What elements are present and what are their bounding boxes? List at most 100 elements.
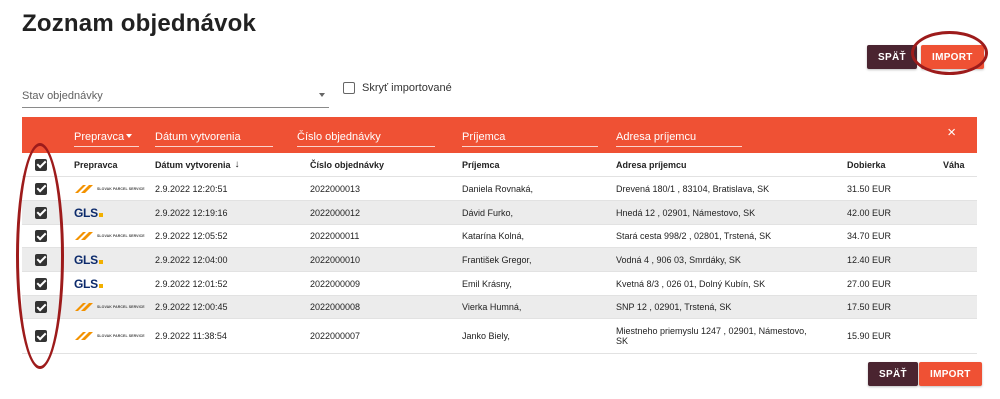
- import-button-bottom[interactable]: IMPORT: [919, 362, 982, 386]
- address-cell: Drevená 180/1 , 83104, Bratislava, SK: [616, 183, 770, 194]
- order-status-select[interactable]: Stav objednávky: [22, 86, 329, 108]
- table-header-row: Prepravca Dátum vytvorenia ↓ Číslo objedn…: [22, 153, 977, 177]
- recipient-cell: Dávid Furko,: [462, 207, 514, 218]
- row-checkbox[interactable]: [35, 206, 47, 219]
- address-cell: SNP 12 , 02901, Trstená, SK: [616, 302, 732, 312]
- address-cell: Miestneho priemyslu 1247 , 02901, Námest…: [616, 326, 807, 346]
- gls-logo: GLS: [74, 277, 103, 291]
- carrier-logo-cell: SLOVAK PARCEL SERVICE: [74, 225, 145, 247]
- table-row[interactable]: GLS 2.9.2022 12:01:52 2022000009 Emil Krásn…: [22, 272, 977, 296]
- gls-logo: GLS: [74, 253, 103, 267]
- row-select-cell[interactable]: [35, 248, 47, 271]
- col-weight[interactable]: Váha: [943, 153, 965, 176]
- cod-cell: 31.50 EUR: [847, 183, 892, 194]
- row-select-cell[interactable]: [35, 296, 47, 318]
- table-row[interactable]: SLOVAK PARCEL SERVICE 2.9.2022 11:38:54 20…: [22, 319, 977, 354]
- table-row[interactable]: SLOVAK PARCEL SERVICE 2.9.2022 12:20:51 20…: [22, 177, 977, 201]
- select-all-cell[interactable]: [35, 153, 47, 176]
- order-status-label: Stav objednávky: [22, 90, 103, 102]
- sps-logo: SLOVAK PARCEL SERVICE: [74, 231, 145, 241]
- carrier-logo-cell: GLS: [74, 248, 103, 271]
- date-cell: 2.9.2022 12:04:00: [155, 254, 228, 265]
- address-cell: Vodná 4 , 906 03, Smrdáky, SK: [616, 254, 741, 265]
- order-number-cell: 2022000013: [310, 183, 361, 194]
- hide-imported-label: Skryť importované: [362, 82, 452, 94]
- date-cell: 2.9.2022 12:01:52: [155, 278, 228, 289]
- row-checkbox[interactable]: [35, 330, 47, 342]
- order-number-cell: 2022000012: [310, 207, 361, 218]
- address-cell: Stará cesta 998/2 , 02801, Trstená, SK: [616, 231, 772, 241]
- date-cell: 2.9.2022 12:00:45: [155, 302, 228, 312]
- row-checkbox[interactable]: [35, 277, 47, 290]
- cod-cell: 15.90 EUR: [847, 331, 892, 341]
- sps-logo: SLOVAK PARCEL SERVICE: [74, 331, 145, 341]
- row-select-cell[interactable]: [35, 201, 47, 224]
- close-icon[interactable]: ×: [947, 124, 956, 141]
- import-button-top[interactable]: IMPORT: [921, 45, 984, 69]
- recipient-cell: Janko Biely,: [462, 331, 510, 341]
- row-select-cell[interactable]: [35, 319, 47, 353]
- row-select-cell[interactable]: [35, 272, 47, 295]
- order-number-cell: 2022000007: [310, 331, 361, 341]
- carrier-logo-cell: SLOVAK PARCEL SERVICE: [74, 319, 145, 353]
- address-filter[interactable]: Adresa príjemcu: [616, 131, 742, 147]
- date-filter[interactable]: Dátum vytvorenia: [155, 131, 273, 147]
- row-select-cell[interactable]: [35, 225, 47, 247]
- carrier-logo-cell: GLS: [74, 201, 103, 224]
- hide-imported-toggle[interactable]: Skryť importované: [343, 82, 452, 94]
- date-cell: 2.9.2022 12:05:52: [155, 231, 228, 241]
- table-row[interactable]: GLS 2.9.2022 12:19:16 2022000012 Dávid Furk…: [22, 201, 977, 225]
- date-cell: 2.9.2022 11:38:54: [155, 331, 227, 341]
- row-checkbox[interactable]: [35, 230, 47, 242]
- date-cell: 2.9.2022 12:20:51: [155, 183, 228, 194]
- recipient-cell: Vierka Humná,: [462, 302, 522, 312]
- filter-toolbar: Prepravca Dátum vytvorenia Číslo objedná…: [22, 117, 977, 153]
- carrier-filter[interactable]: Prepravca: [74, 131, 139, 147]
- cod-cell: 42.00 EUR: [847, 207, 892, 218]
- carrier-logo-cell: SLOVAK PARCEL SERVICE: [74, 296, 145, 318]
- carrier-logo-cell: GLS: [74, 272, 103, 295]
- cod-cell: 12.40 EUR: [847, 254, 892, 265]
- sps-logo: SLOVAK PARCEL SERVICE: [74, 184, 145, 194]
- recipient-cell: František Gregor,: [462, 254, 532, 265]
- carrier-logo-cell: SLOVAK PARCEL SERVICE: [74, 177, 145, 200]
- row-select-cell[interactable]: [35, 177, 47, 200]
- caret-down-icon: [126, 134, 133, 138]
- recipient-cell: Daniela Rovnaká,: [462, 183, 534, 194]
- cod-cell: 17.50 EUR: [847, 302, 892, 312]
- sort-down-icon: ↓: [234, 159, 240, 170]
- row-checkbox[interactable]: [35, 182, 47, 195]
- gls-logo: GLS: [74, 206, 103, 220]
- order-number-cell: 2022000008: [310, 302, 361, 312]
- address-cell: Kvetná 8/3 , 026 01, Dolný Kubín, SK: [616, 278, 766, 289]
- address-cell: Hnedá 12 , 02901, Námestovo, SK: [616, 207, 756, 218]
- back-button-top[interactable]: SPÄŤ: [867, 45, 917, 69]
- col-order-number[interactable]: Číslo objednávky: [310, 153, 384, 176]
- row-checkbox[interactable]: [35, 301, 47, 313]
- page-title: Zoznam objednávok: [22, 10, 257, 37]
- order-number-filter[interactable]: Číslo objednávky: [297, 131, 435, 147]
- sps-logo: SLOVAK PARCEL SERVICE: [74, 302, 145, 312]
- hide-imported-checkbox[interactable]: [343, 82, 355, 94]
- order-number-cell: 2022000009: [310, 278, 361, 289]
- row-checkbox[interactable]: [35, 253, 47, 266]
- col-date[interactable]: Dátum vytvorenia ↓: [155, 153, 240, 176]
- order-number-cell: 2022000010: [310, 254, 361, 265]
- cod-cell: 27.00 EUR: [847, 278, 892, 289]
- date-cell: 2.9.2022 12:19:16: [155, 207, 228, 218]
- select-all-checkbox[interactable]: [35, 158, 47, 171]
- recipient-filter[interactable]: Príjemca: [462, 131, 598, 147]
- cod-cell: 34.70 EUR: [847, 231, 892, 241]
- recipient-cell: Emil Krásny,: [462, 278, 512, 289]
- order-number-cell: 2022000011: [310, 231, 360, 241]
- table-row[interactable]: SLOVAK PARCEL SERVICE 2.9.2022 12:00:45 20…: [22, 296, 977, 319]
- back-button-bottom[interactable]: SPÄŤ: [868, 362, 918, 386]
- col-address[interactable]: Adresa príjemcu: [616, 153, 687, 176]
- recipient-cell: Katarína Kolná,: [462, 231, 525, 241]
- col-carrier[interactable]: Prepravca: [74, 153, 118, 176]
- chevron-down-icon: [319, 93, 325, 97]
- table-row[interactable]: SLOVAK PARCEL SERVICE 2.9.2022 12:05:52 20…: [22, 225, 977, 248]
- table-row[interactable]: GLS 2.9.2022 12:04:00 2022000010 František …: [22, 248, 977, 272]
- col-recipient[interactable]: Príjemca: [462, 153, 500, 176]
- col-cod[interactable]: Dobierka: [847, 153, 886, 176]
